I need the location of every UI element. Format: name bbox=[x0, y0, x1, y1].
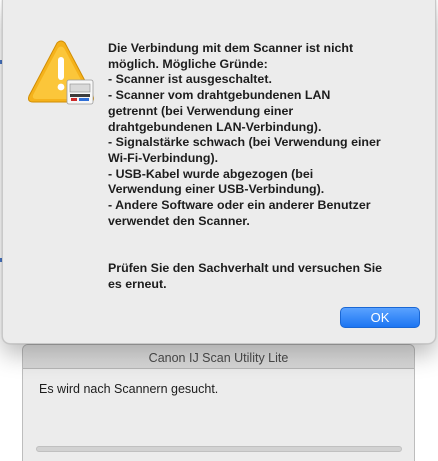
window-title: Canon IJ Scan Utility Lite bbox=[148, 351, 289, 365]
connection-error-alert: Die Verbindung mit dem Scanner ist nicht… bbox=[2, 0, 436, 344]
alert-text-line: - USB-Kabel wurde abgezogen (bei bbox=[108, 166, 314, 181]
search-progress-bar bbox=[36, 446, 402, 452]
search-status-text: Es wird nach Scannern gesucht. bbox=[39, 382, 219, 396]
alert-message: Die Verbindung mit dem Scanner ist nicht… bbox=[108, 41, 423, 229]
alert-text-line: - Scanner ist ausgeschaltet. bbox=[108, 72, 272, 87]
alert-text-line: verwendet den Scanner. bbox=[108, 213, 250, 228]
alert-instruction: Prüfen Sie den Sachverhalt und versuchen… bbox=[108, 261, 423, 292]
alert-text-line: Verwendung einer USB-Verbindung). bbox=[108, 182, 325, 197]
alert-text-line: es erneut. bbox=[108, 276, 167, 291]
alert-text-line: möglich. Mögliche Gründe: bbox=[108, 56, 268, 71]
ok-button[interactable]: OK bbox=[340, 307, 420, 328]
alert-text-line: - Signalstärke schwach (bei Verwendung e… bbox=[108, 135, 381, 150]
alert-text-line: - Andere Software oder ein anderer Benut… bbox=[108, 198, 371, 213]
alert-text-line: drahtgebundenen LAN-Verbindung). bbox=[108, 119, 322, 134]
alert-text-line: Prüfen Sie den Sachverhalt und versuchen… bbox=[108, 261, 383, 275]
alert-text-line: Wi-Fi-Verbindung). bbox=[108, 150, 219, 165]
alert-text-line: getrennt (bei Verwendung einer bbox=[108, 103, 294, 118]
alert-text-line: Die Verbindung mit dem Scanner ist nicht bbox=[108, 41, 354, 55]
warning-scanner-icon bbox=[28, 40, 94, 105]
window-titlebar[interactable]: Canon IJ Scan Utility Lite bbox=[23, 345, 414, 369]
scan-utility-window: Canon IJ Scan Utility Lite Es wird nach … bbox=[22, 344, 415, 461]
alert-text-line: - Scanner vom drahtgebundenen LAN bbox=[108, 88, 331, 103]
